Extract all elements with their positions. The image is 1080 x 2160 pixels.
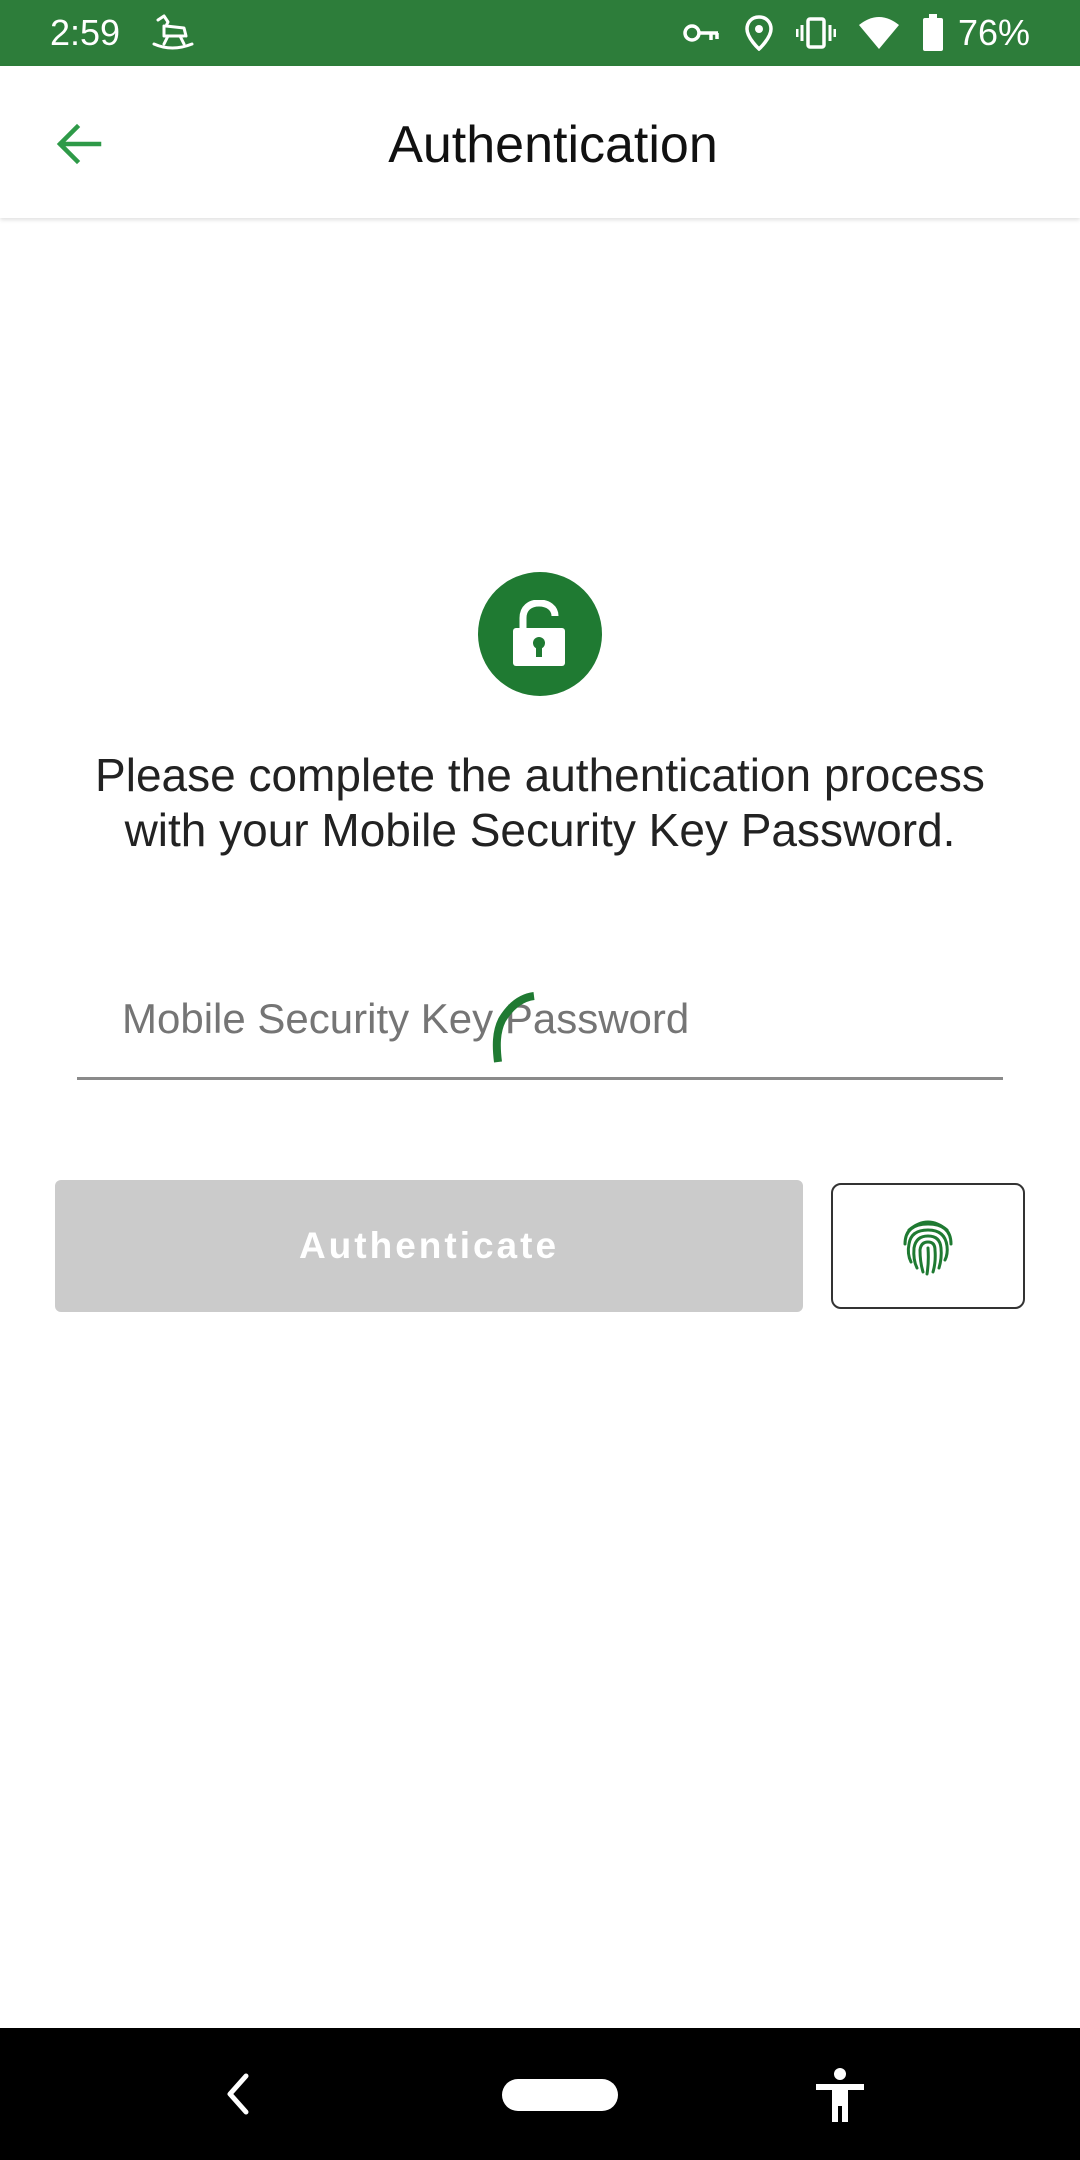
accessibility-icon[interactable] — [812, 2066, 868, 2124]
vpn-key-icon — [683, 24, 719, 42]
instruction-text: Please complete the authentication proce… — [95, 749, 985, 856]
app-bar: Authentication — [0, 66, 1080, 218]
page-title: Authentication — [388, 116, 718, 174]
lock-open-icon — [513, 600, 565, 666]
authenticate-button[interactable]: Authenticate — [55, 1180, 803, 1312]
status-icons: 76% — [682, 8, 1030, 58]
vibrate-icon — [795, 17, 836, 49]
status-bar: 2:59 76% — [0, 0, 1080, 66]
password-input[interactable] — [77, 960, 1003, 1080]
location-icon — [745, 15, 773, 51]
wifi-icon — [858, 17, 899, 49]
battery-icon — [922, 14, 943, 51]
battery-percent: 76% — [957, 12, 1030, 53]
status-time: 2:59 — [50, 12, 121, 53]
lock-badge — [478, 572, 602, 696]
fingerprint-icon — [903, 1220, 953, 1276]
navigation-bar — [0, 2028, 1080, 2160]
nav-home-pill[interactable] — [502, 2079, 618, 2111]
nav-back-icon[interactable] — [218, 2068, 258, 2120]
rocking-horse-icon — [152, 14, 194, 50]
fingerprint-button[interactable] — [831, 1183, 1025, 1309]
